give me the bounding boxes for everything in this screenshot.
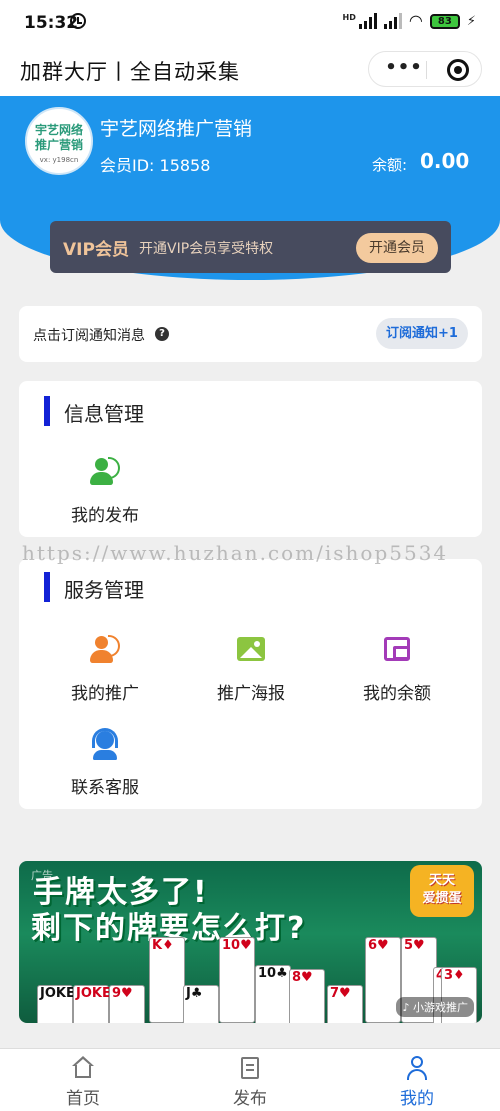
- tab-profile[interactable]: 我的: [334, 1049, 500, 1111]
- watermark: https://www.huzhan.com/ishop5534: [22, 541, 449, 565]
- poster-image-icon: [234, 633, 268, 667]
- more-menu-icon[interactable]: •••: [383, 57, 425, 78]
- menu-my-publish[interactable]: 我的发布: [35, 455, 175, 526]
- member-id: 会员ID: 15858: [100, 156, 211, 175]
- subscribe-card: 点击订阅通知消息 ? 订阅通知+1: [19, 306, 482, 362]
- open-vip-button[interactable]: 开通会员: [356, 233, 438, 263]
- game-logo-line2: 爱掼蛋: [422, 891, 462, 906]
- section-accent: [44, 572, 50, 602]
- playing-card: 8♥: [289, 969, 325, 1023]
- ad-banner[interactable]: 手牌太多了! 广告 剩下的牌要怎么打? 天天 爱掼蛋 JOKER JOKER 9♥ K…: [19, 861, 482, 1023]
- customer-service-icon: [88, 727, 122, 761]
- wallet-icon: [380, 633, 414, 667]
- profile-icon: [405, 1056, 429, 1080]
- avatar-text-2: 推广营销: [34, 138, 83, 152]
- playing-card: JOKER: [37, 985, 85, 1023]
- home-icon: [71, 1056, 95, 1080]
- tab-publish[interactable]: 发布: [167, 1049, 333, 1111]
- shop-name: 宇艺网络推广营销: [100, 118, 253, 140]
- ad-tag: 广告: [31, 869, 53, 882]
- playing-card: 7♥: [327, 985, 363, 1023]
- vip-description: 开通VIP会员享受特权: [139, 241, 274, 257]
- playing-card: 10♣: [255, 965, 291, 1023]
- battery-icon: 83: [429, 13, 460, 29]
- section-accent: [44, 396, 50, 426]
- game-logo: 天天 爱掼蛋: [410, 865, 474, 917]
- signal-2-icon: [383, 13, 402, 29]
- tab-home[interactable]: 首页: [0, 1049, 166, 1111]
- tab-label: 首页: [66, 1089, 100, 1109]
- page-title: 加群大厅丨全自动采集: [20, 60, 240, 84]
- alarm-icon: [70, 13, 86, 29]
- wifi-icon: ◠: [408, 11, 423, 30]
- title-bar: 加群大厅丨全自动采集 •••: [0, 46, 500, 96]
- tab-label: 我的: [400, 1089, 434, 1109]
- avatar[interactable]: 宇艺网络 推广营销 vx: y198cn: [25, 107, 93, 175]
- info-management-card: 信息管理 我的发布: [19, 381, 482, 537]
- section-title-info: 信息管理: [64, 402, 144, 426]
- user-publish-icon: [88, 455, 122, 489]
- user-promo-icon: [88, 633, 122, 667]
- playing-card: JOKER: [73, 985, 121, 1023]
- menu-contact-service[interactable]: 联系客服: [35, 727, 175, 798]
- help-icon[interactable]: ?: [155, 327, 169, 341]
- playing-card: 9♥: [109, 985, 145, 1023]
- publish-icon: [238, 1056, 262, 1080]
- menu-my-promotion[interactable]: 我的推广: [35, 633, 175, 704]
- charging-icon: ⚡: [466, 13, 476, 29]
- status-bar: 15:32 HD ◠ 83 ⚡: [0, 0, 500, 46]
- network-label: HD: [342, 13, 356, 22]
- playing-card: J♣: [183, 985, 219, 1023]
- game-logo-line1: 天天: [428, 873, 455, 888]
- menu-label: 我的余额: [363, 684, 431, 704]
- subscribe-button[interactable]: 订阅通知+1: [376, 318, 468, 349]
- avatar-text-1: 宇艺网络: [34, 123, 83, 137]
- playing-card: K♦: [149, 937, 185, 1023]
- tab-label: 发布: [233, 1089, 267, 1109]
- miniapp-capsule: •••: [368, 51, 482, 87]
- subscribe-text: 点击订阅通知消息: [33, 328, 145, 344]
- tab-bar: 首页 发布 我的: [0, 1048, 500, 1111]
- playing-card: 10♥: [219, 937, 255, 1023]
- status-indicators: HD ◠ 83 ⚡: [343, 13, 476, 29]
- balance-value: 0.00: [420, 149, 470, 173]
- capsule-divider: [426, 61, 427, 79]
- menu-label: 推广海报: [217, 684, 285, 704]
- menu-promo-poster[interactable]: 推广海报: [181, 633, 321, 704]
- signal-icon: [358, 13, 377, 29]
- avatar-text-3: vx: y198cn: [39, 156, 79, 164]
- menu-label: 联系客服: [71, 778, 139, 798]
- vip-banner: VIP会员 开通VIP会员享受特权 开通会员: [50, 221, 451, 273]
- balance-label: 余额:: [372, 156, 408, 174]
- menu-label: 我的推广: [71, 684, 139, 704]
- ad-source-label: ♪ 小游戏推广: [396, 997, 474, 1017]
- menu-my-balance[interactable]: 我的余额: [327, 633, 467, 704]
- service-management-card: 服务管理 我的推广 推广海报 我的余额 联系客服: [19, 559, 482, 809]
- close-miniapp-icon[interactable]: [447, 59, 469, 81]
- menu-label: 我的发布: [71, 506, 139, 526]
- vip-title: VIP会员: [63, 240, 129, 260]
- section-title-service: 服务管理: [64, 578, 144, 602]
